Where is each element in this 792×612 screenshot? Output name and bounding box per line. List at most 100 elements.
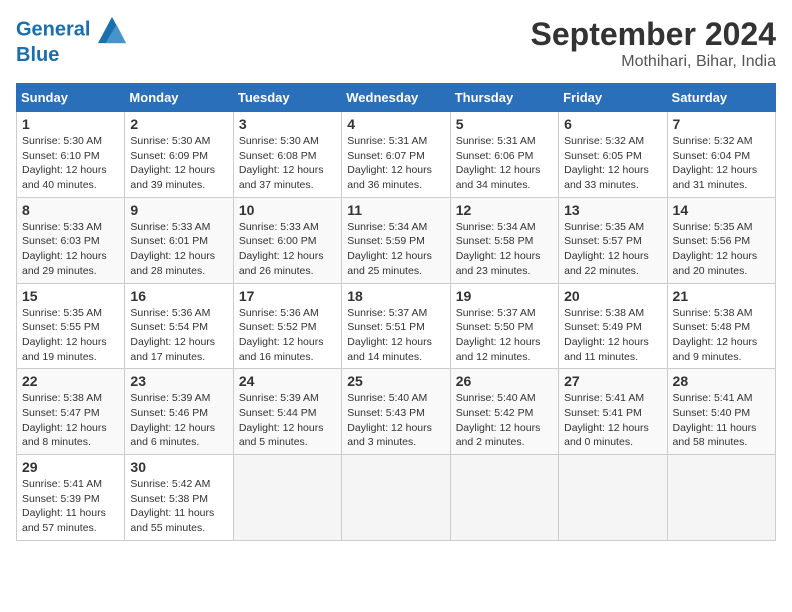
day-number: 25 bbox=[347, 373, 444, 389]
day-number: 20 bbox=[564, 288, 661, 304]
day-info: Sunrise: 5:40 AMSunset: 5:43 PMDaylight:… bbox=[347, 391, 444, 450]
page-header: General Blue September 2024 Mothihari, B… bbox=[16, 16, 776, 71]
day-info: Sunrise: 5:42 AMSunset: 5:38 PMDaylight:… bbox=[130, 477, 227, 536]
day-number: 18 bbox=[347, 288, 444, 304]
day-number: 22 bbox=[22, 373, 119, 389]
day-info: Sunrise: 5:38 AMSunset: 5:47 PMDaylight:… bbox=[22, 391, 119, 450]
calendar-day-11: 11 Sunrise: 5:34 AMSunset: 5:59 PMDayligh… bbox=[342, 197, 450, 283]
calendar-table: SundayMondayTuesdayWednesdayThursdayFrid… bbox=[16, 83, 776, 541]
day-info: Sunrise: 5:36 AMSunset: 5:52 PMDaylight:… bbox=[239, 306, 336, 365]
day-number: 2 bbox=[130, 116, 227, 132]
calendar-week-row: 22 Sunrise: 5:38 AMSunset: 5:47 PMDayligh… bbox=[17, 369, 776, 455]
calendar-cell bbox=[559, 455, 667, 541]
day-number: 8 bbox=[22, 202, 119, 218]
calendar-day-10: 10Sunrise: 5:33 AMSunset: 6:00 PMDayligh… bbox=[233, 197, 341, 283]
calendar-day-19: 19Sunrise: 5:37 AMSunset: 5:50 PMDayligh… bbox=[450, 283, 558, 369]
logo-text: General bbox=[16, 16, 126, 44]
calendar-day-2: 2Sunrise: 5:30 AMSunset: 6:09 PMDaylight… bbox=[125, 112, 233, 198]
logo: General Blue bbox=[16, 16, 126, 67]
calendar-day-12: 12 Sunrise: 5:34 AMSunset: 5:58 PMDayligh… bbox=[450, 197, 558, 283]
day-info: Sunrise: 5:39 AMSunset: 5:44 PMDaylight:… bbox=[239, 391, 336, 450]
day-number: 17 bbox=[239, 288, 336, 304]
calendar-day-22: 22 Sunrise: 5:38 AMSunset: 5:47 PMDayligh… bbox=[17, 369, 125, 455]
calendar-day-1: 1 Sunrise: 5:30 AMSunset: 6:10 PMDaylight… bbox=[17, 112, 125, 198]
day-info: Sunrise: 5:35 AMSunset: 5:55 PMDaylight:… bbox=[22, 306, 119, 365]
calendar-day-30: 30 Sunrise: 5:42 AMSunset: 5:38 PMDayligh… bbox=[125, 455, 233, 541]
day-info: Sunrise: 5:33 AMSunset: 6:01 PMDaylight:… bbox=[130, 220, 227, 279]
calendar-week-row: 8 Sunrise: 5:33 AMSunset: 6:03 PMDaylight… bbox=[17, 197, 776, 283]
day-number: 6 bbox=[564, 116, 661, 132]
calendar-day-15: 15 Sunrise: 5:35 AMSunset: 5:55 PMDayligh… bbox=[17, 283, 125, 369]
calendar-header-row: SundayMondayTuesdayWednesdayThursdayFrid… bbox=[17, 84, 776, 112]
calendar-day-14: 14 Sunrise: 5:35 AMSunset: 5:56 PMDayligh… bbox=[667, 197, 775, 283]
calendar-day-13: 13Sunrise: 5:35 AMSunset: 5:57 PMDayligh… bbox=[559, 197, 667, 283]
day-info: Sunrise: 5:41 AMSunset: 5:40 PMDaylight:… bbox=[673, 391, 770, 450]
day-info: Sunrise: 5:38 AMSunset: 5:49 PMDaylight:… bbox=[564, 306, 661, 365]
title-block: September 2024 Mothihari, Bihar, India bbox=[531, 16, 776, 71]
calendar-day-4: 4Sunrise: 5:31 AMSunset: 6:07 PMDaylight… bbox=[342, 112, 450, 198]
day-info: Sunrise: 5:35 AMSunset: 5:57 PMDaylight:… bbox=[564, 220, 661, 279]
day-info: Sunrise: 5:36 AMSunset: 5:54 PMDaylight:… bbox=[130, 306, 227, 365]
header-thursday: Thursday bbox=[450, 84, 558, 112]
calendar-day-5: 5 Sunrise: 5:31 AMSunset: 6:06 PMDaylight… bbox=[450, 112, 558, 198]
location: Mothihari, Bihar, India bbox=[531, 53, 776, 71]
day-number: 24 bbox=[239, 373, 336, 389]
day-number: 11 bbox=[347, 202, 444, 218]
calendar-day-23: 23Sunrise: 5:39 AMSunset: 5:46 PMDayligh… bbox=[125, 369, 233, 455]
day-info: Sunrise: 5:33 AMSunset: 6:03 PMDaylight:… bbox=[22, 220, 119, 279]
calendar-day-7: 7 Sunrise: 5:32 AMSunset: 6:04 PMDaylight… bbox=[667, 112, 775, 198]
calendar-week-row: 1 Sunrise: 5:30 AMSunset: 6:10 PMDaylight… bbox=[17, 112, 776, 198]
calendar-day-29: 29Sunrise: 5:41 AMSunset: 5:39 PMDayligh… bbox=[17, 455, 125, 541]
day-info: Sunrise: 5:41 AMSunset: 5:41 PMDaylight:… bbox=[564, 391, 661, 450]
day-number: 5 bbox=[456, 116, 553, 132]
day-number: 28 bbox=[673, 373, 770, 389]
header-monday: Monday bbox=[125, 84, 233, 112]
day-number: 9 bbox=[130, 202, 227, 218]
day-number: 21 bbox=[673, 288, 770, 304]
day-info: Sunrise: 5:34 AMSunset: 5:58 PMDaylight:… bbox=[456, 220, 553, 279]
day-number: 10 bbox=[239, 202, 336, 218]
day-number: 27 bbox=[564, 373, 661, 389]
day-info: Sunrise: 5:35 AMSunset: 5:56 PMDaylight:… bbox=[673, 220, 770, 279]
header-friday: Friday bbox=[559, 84, 667, 112]
calendar-week-row: 15 Sunrise: 5:35 AMSunset: 5:55 PMDayligh… bbox=[17, 283, 776, 369]
day-info: Sunrise: 5:34 AMSunset: 5:59 PMDaylight:… bbox=[347, 220, 444, 279]
day-number: 14 bbox=[673, 202, 770, 218]
header-wednesday: Wednesday bbox=[342, 84, 450, 112]
header-tuesday: Tuesday bbox=[233, 84, 341, 112]
header-sunday: Sunday bbox=[17, 84, 125, 112]
calendar-day-18: 18 Sunrise: 5:37 AMSunset: 5:51 PMDayligh… bbox=[342, 283, 450, 369]
day-info: Sunrise: 5:31 AMSunset: 6:06 PMDaylight:… bbox=[456, 134, 553, 193]
logo-subtext: Blue bbox=[16, 44, 126, 67]
day-number: 30 bbox=[130, 459, 227, 475]
calendar-day-27: 27 Sunrise: 5:41 AMSunset: 5:41 PMDayligh… bbox=[559, 369, 667, 455]
calendar-week-row: 29Sunrise: 5:41 AMSunset: 5:39 PMDayligh… bbox=[17, 455, 776, 541]
day-info: Sunrise: 5:40 AMSunset: 5:42 PMDaylight:… bbox=[456, 391, 553, 450]
calendar-day-16: 16 Sunrise: 5:36 AMSunset: 5:54 PMDayligh… bbox=[125, 283, 233, 369]
day-number: 1 bbox=[22, 116, 119, 132]
header-saturday: Saturday bbox=[667, 84, 775, 112]
day-number: 16 bbox=[130, 288, 227, 304]
day-info: Sunrise: 5:30 AMSunset: 6:08 PMDaylight:… bbox=[239, 134, 336, 193]
day-info: Sunrise: 5:37 AMSunset: 5:51 PMDaylight:… bbox=[347, 306, 444, 365]
day-info: Sunrise: 5:30 AMSunset: 6:10 PMDaylight:… bbox=[22, 134, 119, 193]
calendar-day-17: 17 Sunrise: 5:36 AMSunset: 5:52 PMDayligh… bbox=[233, 283, 341, 369]
calendar-day-3: 3 Sunrise: 5:30 AMSunset: 6:08 PMDaylight… bbox=[233, 112, 341, 198]
day-info: Sunrise: 5:37 AMSunset: 5:50 PMDaylight:… bbox=[456, 306, 553, 365]
day-info: Sunrise: 5:32 AMSunset: 6:05 PMDaylight:… bbox=[564, 134, 661, 193]
calendar-day-25: 25 Sunrise: 5:40 AMSunset: 5:43 PMDayligh… bbox=[342, 369, 450, 455]
day-info: Sunrise: 5:41 AMSunset: 5:39 PMDaylight:… bbox=[22, 477, 119, 536]
calendar-cell bbox=[342, 455, 450, 541]
month-title: September 2024 bbox=[531, 16, 776, 53]
day-number: 15 bbox=[22, 288, 119, 304]
day-number: 12 bbox=[456, 202, 553, 218]
calendar-day-24: 24 Sunrise: 5:39 AMSunset: 5:44 PMDayligh… bbox=[233, 369, 341, 455]
calendar-day-28: 28 Sunrise: 5:41 AMSunset: 5:40 PMDayligh… bbox=[667, 369, 775, 455]
calendar-day-9: 9 Sunrise: 5:33 AMSunset: 6:01 PMDaylight… bbox=[125, 197, 233, 283]
logo-icon bbox=[98, 16, 126, 44]
day-info: Sunrise: 5:38 AMSunset: 5:48 PMDaylight:… bbox=[673, 306, 770, 365]
day-number: 7 bbox=[673, 116, 770, 132]
calendar-cell bbox=[233, 455, 341, 541]
day-number: 3 bbox=[239, 116, 336, 132]
day-info: Sunrise: 5:32 AMSunset: 6:04 PMDaylight:… bbox=[673, 134, 770, 193]
